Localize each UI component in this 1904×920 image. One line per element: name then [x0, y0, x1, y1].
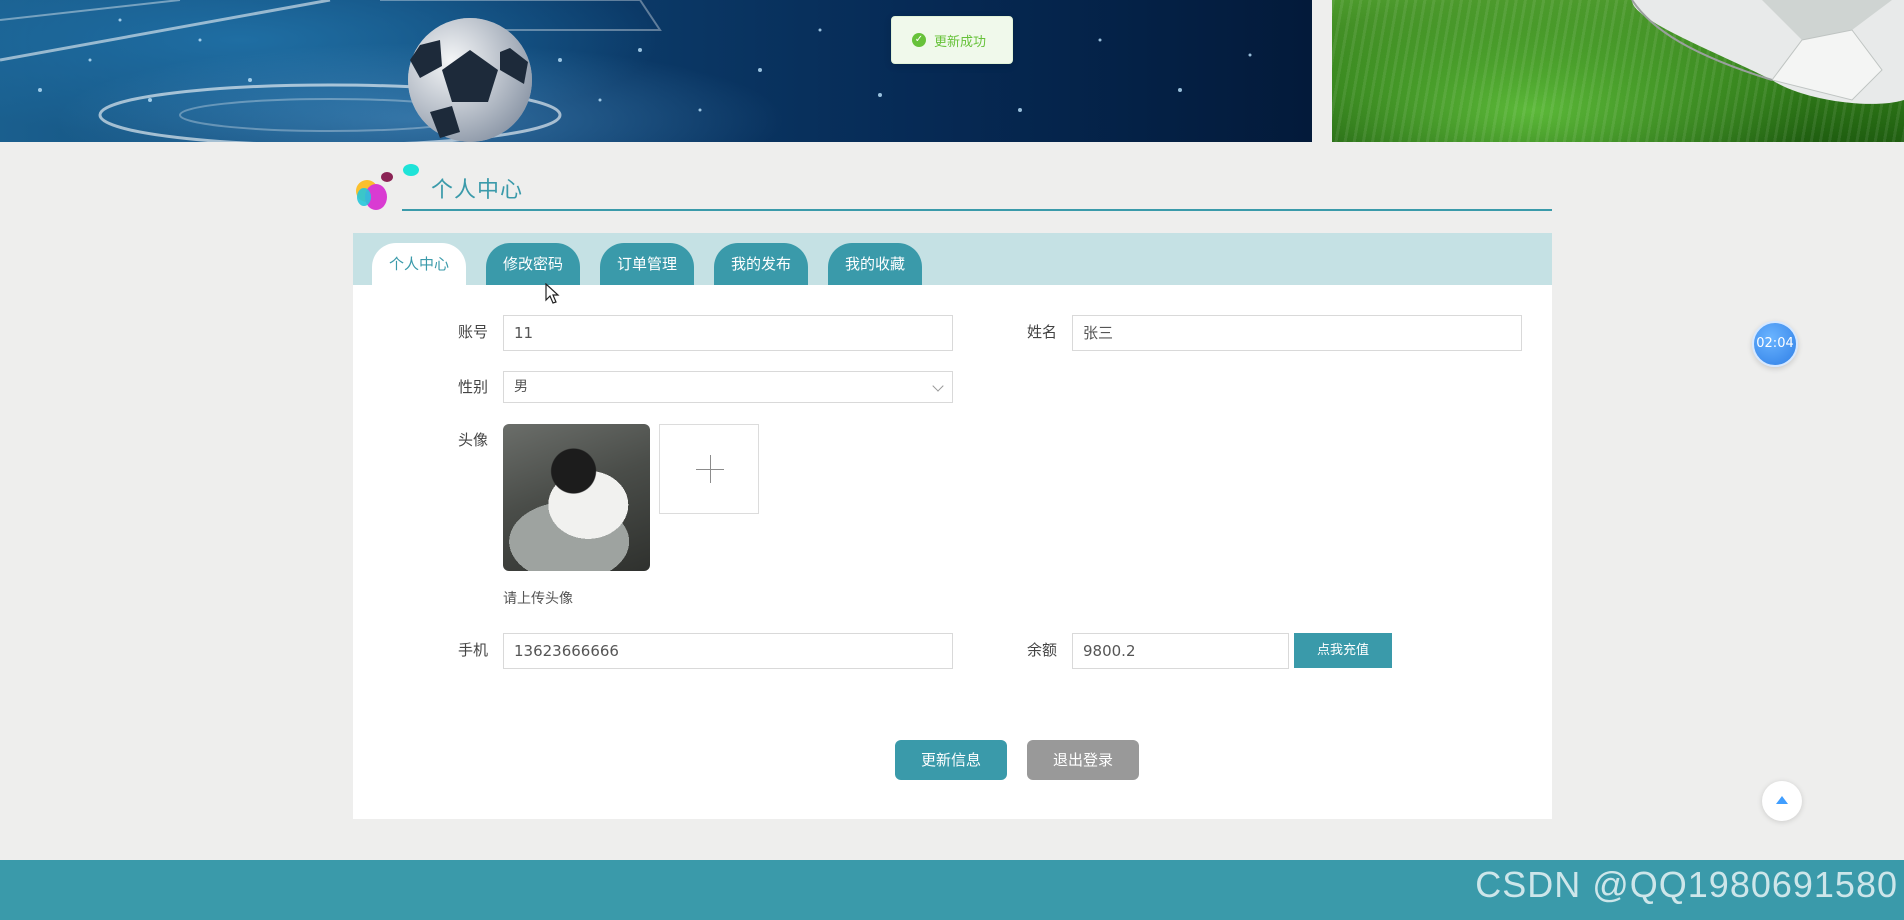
mouse-cursor-icon — [545, 283, 560, 304]
logout-button[interactable]: 退出登录 — [1027, 740, 1139, 780]
tab-my-favorites[interactable]: 我的收藏 — [828, 243, 922, 285]
page-title: 个人中心 — [431, 178, 524, 203]
back-to-top-button[interactable] — [1762, 781, 1802, 821]
footer: CSDN @QQ1980691580 — [0, 860, 1904, 920]
recharge-button[interactable]: 点我充值 — [1294, 633, 1392, 668]
avatar-label: 头像 — [458, 431, 489, 449]
update-info-button[interactable]: 更新信息 — [895, 740, 1007, 780]
countdown-timer-badge[interactable]: 02:04 — [1752, 321, 1798, 367]
profile-form: 账号 11 姓名 张三 性别 男 头像 请上传头像 手机 13623666666… — [353, 285, 1552, 819]
gender-selected-value: 男 — [514, 379, 528, 395]
tab-my-posts[interactable]: 我的发布 — [714, 243, 808, 285]
phone-label: 手机 — [458, 641, 489, 659]
tab-bar: 个人中心 修改密码 订单管理 我的发布 我的收藏 — [353, 233, 1552, 285]
avatar-upload-hint: 请上传头像 — [503, 591, 573, 607]
name-input[interactable]: 张三 — [1072, 315, 1522, 351]
colorful-dots-logo-icon — [353, 162, 423, 214]
csdn-watermark: CSDN @QQ1980691580 — [1475, 864, 1898, 905]
tab-personal-center[interactable]: 个人中心 — [372, 243, 466, 285]
balance-input[interactable]: 9800.2 — [1072, 633, 1289, 669]
tab-order-management[interactable]: 订单管理 — [600, 243, 694, 285]
banner-grass-art — [1631, 0, 1904, 104]
account-label: 账号 — [458, 323, 489, 341]
section-header: 个人中心 — [353, 162, 1552, 214]
avatar-image — [503, 424, 650, 571]
banner-stadium-art — [0, 0, 1252, 142]
tab-change-password[interactable]: 修改密码 — [486, 243, 580, 285]
account-input[interactable]: 11 — [503, 315, 953, 351]
title-underline — [402, 209, 1552, 211]
banner-grass-ball-image — [1332, 0, 1904, 142]
success-toast: ✓ 更新成功 — [891, 16, 1013, 64]
avatar-upload-button[interactable] — [659, 424, 759, 514]
banner-football-stadium-image — [0, 0, 1312, 142]
back-to-top-arrow-icon — [1776, 796, 1788, 804]
chevron-down-icon — [932, 380, 944, 392]
name-label: 姓名 — [1027, 323, 1058, 341]
toast-message: 更新成功 — [934, 34, 987, 50]
gender-label: 性别 — [458, 378, 489, 396]
success-check-icon: ✓ — [912, 33, 926, 47]
phone-input[interactable]: 13623666666 — [503, 633, 953, 669]
balance-label: 余额 — [1027, 641, 1058, 659]
gender-select[interactable]: 男 — [503, 371, 953, 403]
page: ✓ 更新成功 个人中心 个人中心 修改密码 订单管理 我的发布 我的收藏 账号 … — [0, 0, 1904, 920]
